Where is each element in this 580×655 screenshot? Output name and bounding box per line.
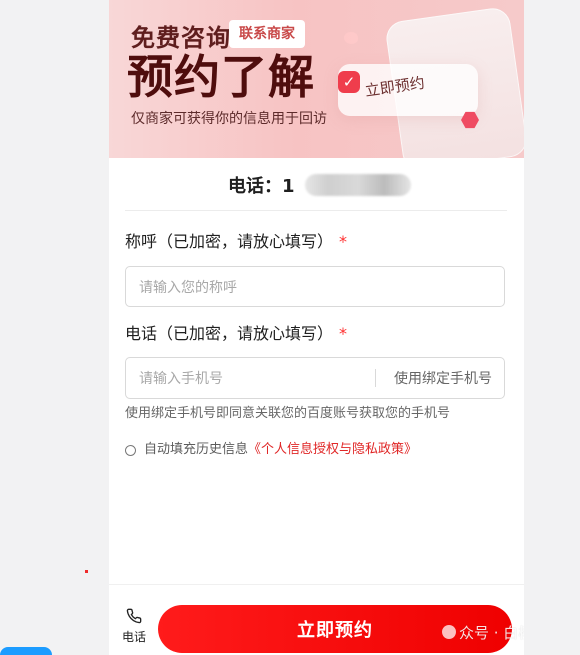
decorative-dot-icon [344,32,358,44]
phone-header-visible-digit: 1 [282,176,295,197]
required-mark: * [339,324,348,343]
check-icon: ✓ [338,71,360,93]
blurred-phone-number [305,174,411,196]
bind-phone-helper: 使用绑定手机号即同意关联您的百度账号获取您的手机号 [125,406,451,421]
phone-header-prefix: 电话： [228,176,282,197]
banner-subtitle: 仅商家可获得你的信息用于回访 [131,111,327,127]
phone-field-label: 电话（已加密，请放心填写） * [125,324,347,344]
divider [125,210,507,211]
watermark-text: 众号 · 白杨SEO优化数品 [459,624,524,642]
left-floating-tab[interactable] [0,647,52,655]
banner: 免费咨询 联系商家 预约了解 仅商家可获得你的信息用于回访 ✓ 立即预约 [109,0,524,158]
required-mark: * [339,232,348,251]
lead-form-card: 免费咨询 联系商家 预约了解 仅商家可获得你的信息用于回访 ✓ 立即预约 电话：… [109,0,524,655]
auto-fill-label[interactable]: 自动填充历史信息 [144,441,248,459]
contact-merchant-badge: 联系商家 [229,20,305,48]
name-field-label: 称呼（已加密，请放心填写） * [125,232,347,252]
phone-input[interactable] [126,358,374,398]
radio-icon[interactable] [125,444,136,456]
call-label: 电话 [121,630,146,644]
red-dot-mark [85,570,88,573]
banner-main-title: 预约了解 [127,50,315,104]
name-field-label-text: 称呼（已加密，请放心填写） [125,232,334,251]
phone-icon [126,608,142,624]
auto-fill-row[interactable]: 自动填充历史信息 《个人信息授权与隐私政策》 [125,440,417,460]
phone-input-separator [375,369,376,387]
privacy-policy-link[interactable]: 《个人信息授权与隐私政策》 [248,441,417,459]
wechat-icon [442,625,456,639]
page-background: 免费咨询 联系商家 预约了解 仅商家可获得你的信息用于回访 ✓ 立即预约 电话：… [0,0,580,655]
phone-header-text: 电话：1 [228,176,295,198]
use-bound-phone-button[interactable]: 使用绑定手机号 [394,368,492,388]
call-button[interactable]: 电话 [117,608,151,652]
name-input[interactable] [125,266,505,307]
phone-field-label-text: 电话（已加密，请放心填写） [125,324,334,343]
phone-input-group: 使用绑定手机号 [125,357,505,399]
